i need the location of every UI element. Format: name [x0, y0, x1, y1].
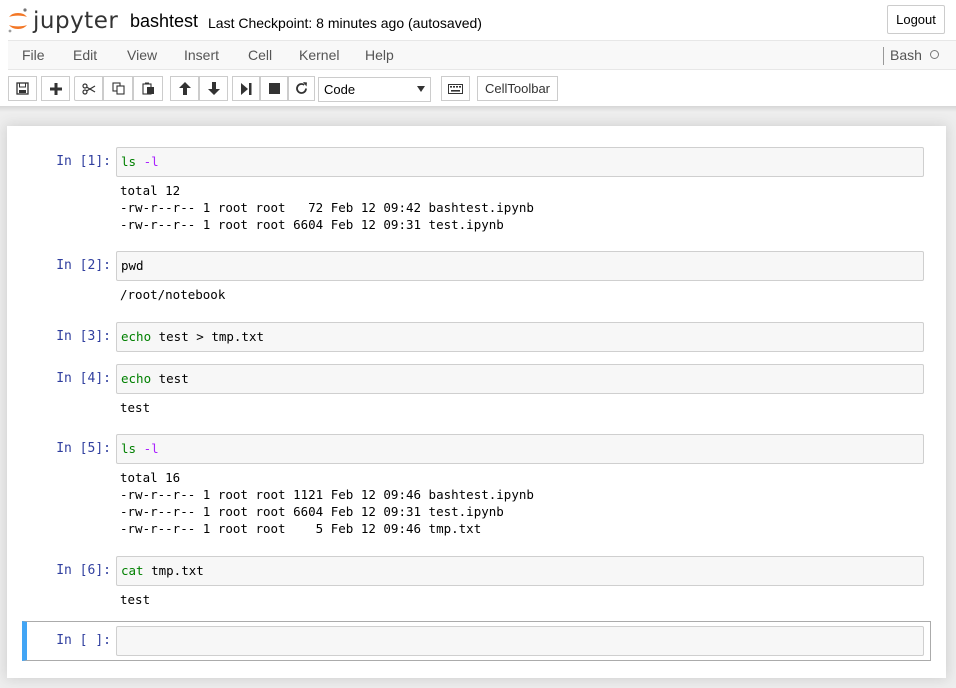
cell-output: /root/notebook — [120, 287, 226, 302]
header: jupyter bashtest Last Checkpoint: 8 minu… — [0, 0, 956, 106]
move-down-button[interactable] — [199, 76, 228, 101]
menubar: File Edit View Insert Cell Kernel Help B… — [8, 40, 956, 70]
cell-output: test — [120, 592, 151, 607]
cell-prompt: In [2]: — [56, 258, 111, 273]
cell-output: total 16 -rw-r--r-- 1 root root 1121 Feb… — [120, 470, 534, 536]
notebook-container: In [1]: ls -l total 12 -rw-r--r-- 1 root… — [7, 126, 946, 678]
command-palette-button[interactable] — [441, 76, 470, 101]
kernel-name: Bash — [890, 47, 922, 63]
save-button[interactable] — [8, 76, 37, 101]
code-cell-input[interactable]: echo test > tmp.txt — [116, 322, 924, 352]
code-command: echo — [121, 329, 152, 344]
jupyter-logo-icon — [8, 8, 27, 33]
menu-cell[interactable]: Cell — [248, 47, 272, 63]
code-args: test — [151, 371, 189, 386]
arrow-up-icon — [178, 82, 191, 95]
code-args: pwd — [121, 258, 144, 273]
save-icon — [16, 82, 29, 95]
insert-cell-button[interactable] — [41, 76, 70, 101]
menu-kernel[interactable]: Kernel — [299, 47, 339, 63]
keyboard-icon — [448, 83, 463, 94]
code-command: cat — [121, 563, 144, 578]
scissors-icon — [81, 82, 95, 95]
code-cell-input[interactable]: ls -l — [116, 147, 924, 177]
menu-view[interactable]: View — [127, 47, 157, 63]
step-forward-icon — [241, 82, 252, 95]
chevron-down-icon — [417, 86, 425, 92]
cell-prompt: In [5]: — [56, 441, 111, 456]
code-args: tmp.txt — [143, 563, 204, 578]
notebook-title[interactable]: bashtest — [130, 11, 198, 32]
celltoolbar-button[interactable]: CellToolbar — [477, 76, 558, 101]
jupyter-logo[interactable]: jupyter — [6, 6, 118, 36]
copy-button[interactable] — [103, 76, 133, 101]
copy-icon — [111, 82, 125, 95]
cell-type-value: Code — [324, 82, 356, 97]
restart-kernel-button[interactable] — [288, 76, 315, 101]
header-shadow — [0, 106, 956, 112]
paste-icon — [141, 82, 154, 95]
checkpoint-status: Last Checkpoint: 8 minutes ago (autosave… — [208, 15, 482, 31]
cell-output: total 12 -rw-r--r-- 1 root root 72 Feb 1… — [120, 183, 534, 232]
logout-button[interactable]: Logout — [887, 5, 945, 34]
code-args: -l — [136, 154, 159, 169]
cell-prompt: In [6]: — [56, 563, 111, 578]
stop-icon — [268, 83, 280, 94]
code-command: ls — [121, 154, 137, 169]
plus-icon — [49, 82, 62, 95]
cell-prompt: In [1]: — [56, 154, 111, 169]
logo-text: jupyter — [33, 8, 119, 34]
menu-insert[interactable]: Insert — [184, 47, 219, 63]
move-up-button[interactable] — [170, 76, 199, 101]
code-cell-input[interactable] — [116, 626, 924, 656]
run-cell-button[interactable] — [232, 76, 260, 101]
cell-output: test — [120, 400, 151, 415]
code-command: echo — [121, 371, 152, 386]
code-args: test > tmp.txt — [151, 329, 264, 344]
refresh-icon — [296, 82, 307, 94]
code-cell-input[interactable]: ls -l — [116, 434, 924, 464]
cell-type-select[interactable]: Code — [318, 77, 431, 102]
code-args: -l — [136, 441, 159, 456]
paste-button[interactable] — [133, 76, 163, 101]
kernel-idle-icon — [930, 50, 939, 59]
kernel-separator — [883, 47, 884, 65]
toolbar: Code CellToolbar — [0, 70, 956, 106]
menu-edit[interactable]: Edit — [73, 47, 97, 63]
code-cell-input[interactable]: pwd — [116, 251, 924, 281]
code-cell-input[interactable]: echo test — [116, 364, 924, 394]
arrow-down-icon — [207, 82, 220, 95]
cell-prompt: In [4]: — [56, 371, 111, 386]
code-command: ls — [121, 441, 137, 456]
menu-help[interactable]: Help — [365, 47, 394, 63]
cut-button[interactable] — [74, 76, 103, 101]
cell-prompt: In [ ]: — [56, 633, 111, 648]
code-cell-input[interactable]: cat tmp.txt — [116, 556, 924, 586]
menu-file[interactable]: File — [22, 47, 45, 63]
interrupt-kernel-button[interactable] — [260, 76, 288, 101]
cell-prompt: In [3]: — [56, 329, 111, 344]
